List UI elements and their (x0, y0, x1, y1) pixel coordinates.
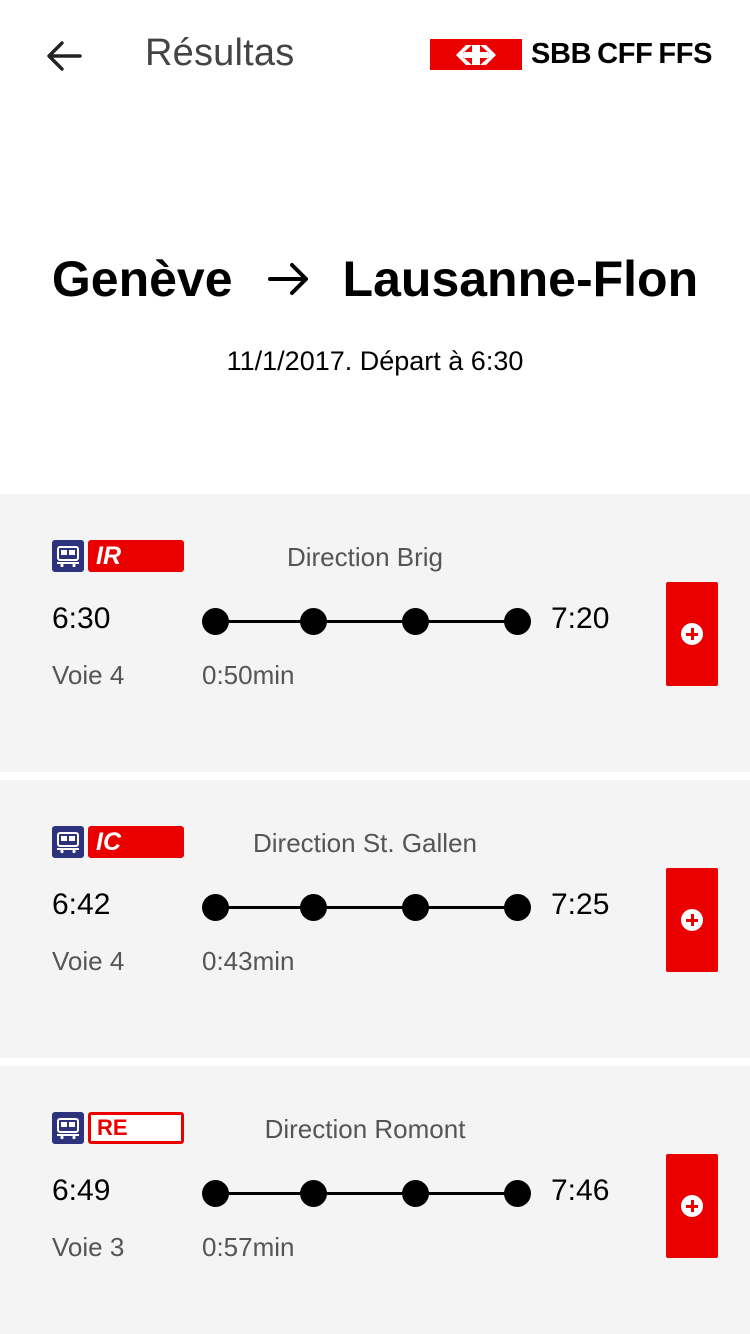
stops-timeline (202, 1180, 532, 1208)
sbb-flag-icon (430, 39, 522, 70)
duration-label: 0:50min (202, 660, 295, 690)
category-badge: IC (88, 826, 184, 858)
app-header: Résultas SBB CFF FFS (0, 0, 750, 112)
route-summary: Genève Lausanne-Flon (0, 250, 750, 308)
arrival-time: 7:25 (551, 888, 610, 921)
sbb-logo: SBB CFF FFS (430, 38, 712, 71)
transport-info: IR (52, 540, 184, 572)
timeline-stop (504, 894, 531, 921)
timeline-stop (402, 894, 429, 921)
plus-circle-icon (681, 1195, 703, 1217)
timeline-stop (300, 1180, 327, 1207)
direction-label: Direction Brig (286, 542, 444, 572)
add-connection-button[interactable] (666, 582, 718, 686)
timeline-stop (504, 1180, 531, 1207)
timeline-stop (402, 608, 429, 635)
plus-circle-icon (681, 623, 703, 645)
arrow-right-icon (267, 261, 311, 297)
timeline-stop (402, 1180, 429, 1207)
route-date: 11/1/2017. Départ à 6:30 (226, 346, 524, 376)
connection-card[interactable]: IC Direction St. Gallen 6:42 7:25 Voie 4… (0, 780, 750, 1058)
departure-time: 6:49 (52, 1174, 111, 1207)
timeline-stop (300, 894, 327, 921)
timeline-stop (202, 608, 229, 635)
category-badge: RE (88, 1112, 184, 1144)
stops-timeline (202, 894, 532, 922)
plus-circle-icon (681, 909, 703, 931)
category-badge: IR (88, 540, 184, 572)
transport-info: IC (52, 826, 184, 858)
connection-card[interactable]: IR Direction Brig 6:30 7:20 Voie 4 0:50m… (0, 494, 750, 772)
departure-time: 6:42 (52, 888, 111, 921)
train-icon (52, 826, 84, 858)
arrival-time: 7:20 (551, 602, 610, 635)
platform-label: Voie 4 (52, 660, 125, 690)
direction-label: Direction St. Gallen (253, 828, 477, 858)
page-title: Résultas (145, 32, 295, 74)
arrival-time: 7:46 (551, 1174, 610, 1207)
timeline-line (214, 906, 520, 909)
add-connection-button[interactable] (666, 868, 718, 972)
direction-label: Direction Romont (264, 1114, 466, 1144)
connection-card[interactable]: RE Direction Romont 6:49 7:46 Voie 3 0:5… (0, 1066, 750, 1334)
transport-info: RE (52, 1112, 184, 1144)
arrow-left-icon (47, 41, 82, 71)
departure-time: 6:30 (52, 602, 111, 635)
duration-label: 0:43min (202, 946, 295, 976)
route-destination: Lausanne-Flon (342, 251, 699, 307)
timeline-stop (300, 608, 327, 635)
timeline-stop (202, 894, 229, 921)
sbb-logo-text: SBB CFF FFS (531, 38, 713, 70)
train-icon (52, 1112, 84, 1144)
platform-label: Voie 4 (52, 946, 125, 976)
stops-timeline (202, 608, 532, 636)
platform-label: Voie 3 (52, 1232, 125, 1262)
timeline-stop (202, 1180, 229, 1207)
back-button[interactable] (36, 28, 92, 84)
add-connection-button[interactable] (666, 1154, 718, 1258)
timeline-line (214, 620, 520, 623)
timeline-stop (504, 608, 531, 635)
route-origin: Genève (51, 251, 233, 307)
timeline-line (214, 1192, 520, 1195)
train-icon (52, 540, 84, 572)
duration-label: 0:57min (202, 1232, 295, 1262)
